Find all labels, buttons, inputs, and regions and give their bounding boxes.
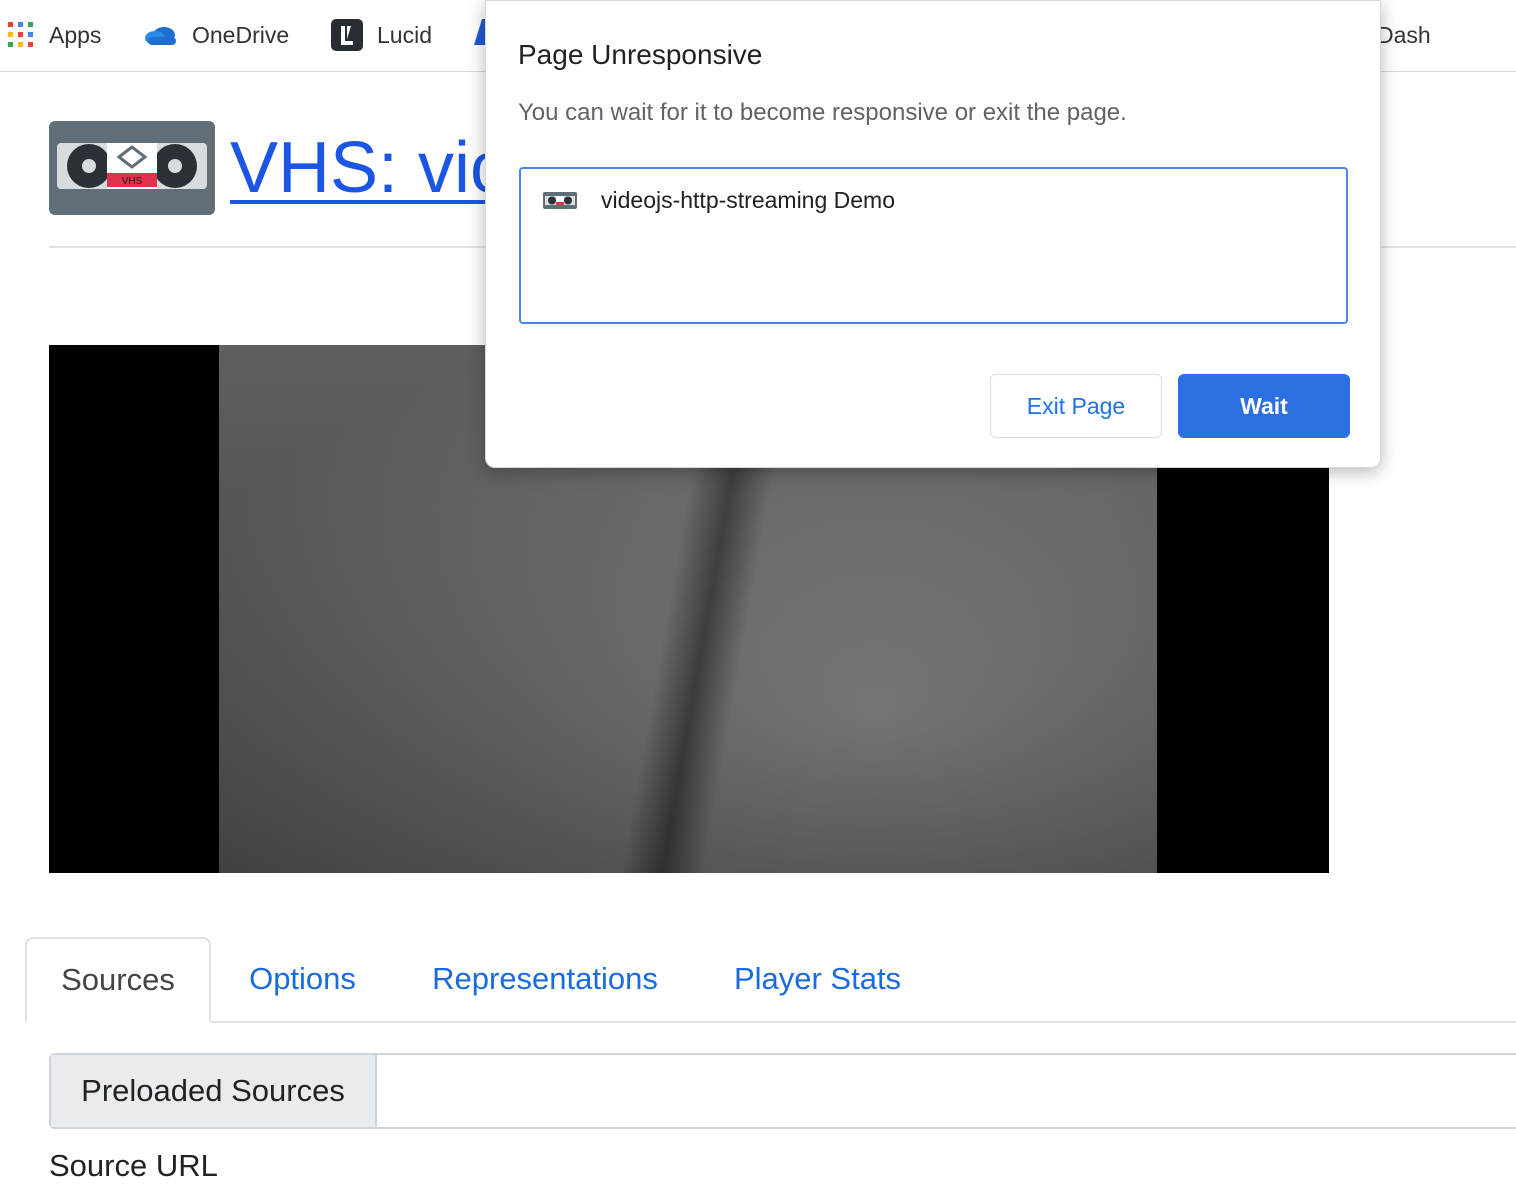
tabs-nav: Sources Options Representations Player S…: [25, 937, 1516, 1023]
tab-sources[interactable]: Sources: [25, 937, 211, 1023]
page-title-link[interactable]: VHS: vic: [230, 126, 506, 210]
page-unresponsive-dialog: Page Unresponsive You can wait for it to…: [485, 0, 1381, 468]
onedrive-cloud-icon: [144, 24, 178, 46]
vhs-favicon-icon: [543, 192, 577, 209]
preloaded-sources-label: Preloaded Sources: [51, 1055, 377, 1127]
source-url-label: Source URL: [49, 1148, 218, 1183]
bookmark-apps[interactable]: Apps: [8, 18, 101, 52]
wait-button[interactable]: Wait: [1178, 374, 1350, 438]
bookmark-label: OneDrive: [192, 21, 290, 48]
dialog-title: Page Unresponsive: [518, 39, 763, 70]
preloaded-sources-select[interactable]: [377, 1055, 1516, 1127]
bookmark-label: Lucid: [377, 21, 432, 48]
bookmark-onedrive[interactable]: OneDrive: [144, 18, 289, 52]
dialog-message: You can wait for it to become responsive…: [518, 99, 1127, 126]
apps-grid-icon: [8, 21, 35, 49]
logo-text: VHS: [122, 176, 143, 187]
tab-representations[interactable]: Representations: [415, 937, 675, 1021]
unresponsive-pages-list[interactable]: videojs-http-streaming Demo: [519, 167, 1348, 324]
preloaded-sources-group: Preloaded Sources: [49, 1053, 1516, 1129]
tab-options[interactable]: Options: [235, 937, 370, 1021]
tab-player-stats[interactable]: Player Stats: [720, 937, 915, 1021]
bookmark-dash[interactable]: Dash: [1377, 18, 1431, 52]
bookmark-label: Dash: [1377, 21, 1431, 48]
lucid-logo-icon: [331, 19, 363, 51]
exit-page-button[interactable]: Exit Page: [990, 374, 1162, 438]
bookmark-lucid[interactable]: Lucid: [331, 18, 432, 52]
bookmark-label: Apps: [49, 21, 102, 48]
list-item[interactable]: videojs-http-streaming Demo: [543, 187, 895, 214]
page-item-label: videojs-http-streaming Demo: [601, 187, 896, 213]
vhs-logo: VHS: [49, 121, 215, 215]
vhs-tape-icon: VHS: [57, 143, 207, 189]
